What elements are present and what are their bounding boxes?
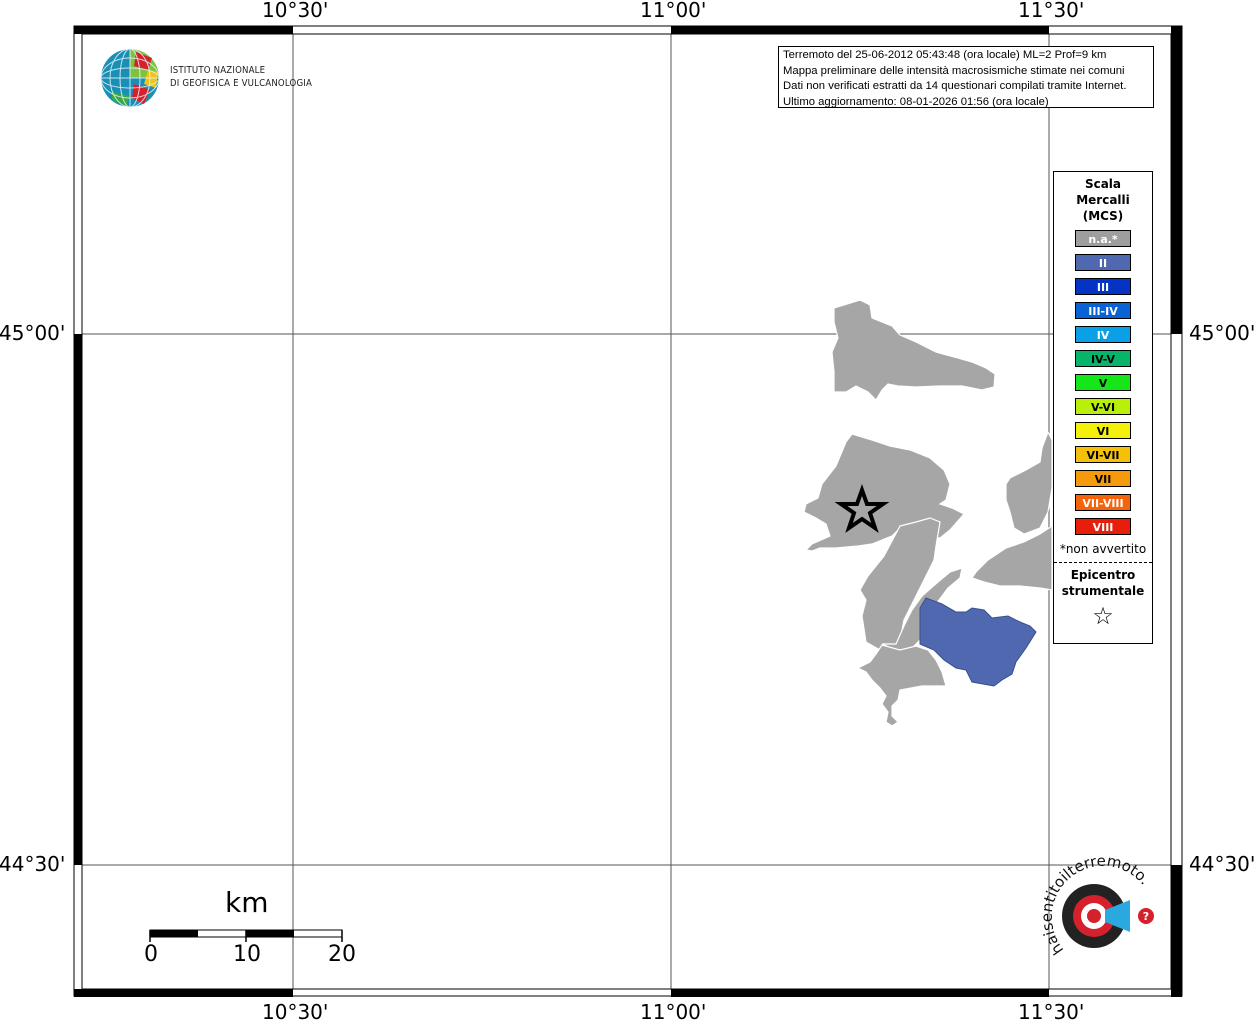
ingv-logo-globe-icon [100,48,160,108]
legend-divider [1054,562,1152,563]
legend-note: *non avvertito [1059,542,1147,556]
scale-tick-10: 10 [233,942,261,967]
legend-item-0: n.a.* [1075,230,1131,247]
legend-title-line3: (MCS) [1082,209,1124,223]
legend-epicenter-line1: Epicentro [1070,568,1136,582]
event-info-line2: Mappa preliminare delle intensità macros… [783,64,1125,77]
legend-item-11: VII-VIII [1075,494,1131,511]
legend-item-2: III [1075,278,1131,295]
legend-title: Scala Mercalli (MCS) [1054,176,1152,224]
legend-item-3: III-IV [1075,302,1131,319]
legend-item-5: IV-V [1075,350,1131,367]
map-area[interactable] [82,34,1171,989]
scale-tick-20: 20 [328,942,356,967]
event-info-line4: Ultimo aggiornamento: 08-01-2026 01:56 (… [783,95,1049,108]
legend-epicenter-line2: strumentale [1061,584,1145,598]
legend-item-7: V-VI [1075,398,1131,415]
legend-title-line1: Scala [1084,177,1122,191]
ingv-name: ISTITUTO NAZIONALE DI GEOFISICA E VULCAN… [170,64,312,90]
event-info-line3: Dati non verificati estratti da 14 quest… [783,80,1127,92]
legend-item-1: II [1075,254,1131,271]
event-info-box: Terremoto del 25-06-2012 05:43:48 (ora l… [778,46,1154,108]
legend-item-8: VI [1075,422,1131,439]
scale-tick-0: 0 [144,942,158,967]
legend-item-12: VIII [1075,518,1131,535]
svg-text:?: ? [1143,910,1149,923]
legend-star-icon: ☆ [1092,602,1114,630]
legend-epicenter-label: Epicentro strumentale [1054,567,1152,599]
ingv-name-line1: ISTITUTO NAZIONALE [170,65,266,76]
legend-item-6: V [1075,374,1131,391]
ingv-name-line2: DI GEOFISICA E VULCANOLOGIA [170,78,313,89]
mcs-legend: Scala Mercalli (MCS) n.a.* II III III-IV IV I… [1053,171,1153,644]
legend-item-10: VII [1075,470,1131,487]
legend-item-9: VI-VII [1075,446,1131,463]
scale-unit: km [225,886,269,919]
legend-item-4: IV [1075,326,1131,343]
legend-title-line2: Mercalli [1076,193,1130,207]
legend-items: n.a.* II III III-IV IV IV-V V V-VI VI VI-VII VII VI… [1054,230,1152,535]
event-info-line1: Terremoto del 25-06-2012 05:43:48 (ora l… [783,49,1107,61]
